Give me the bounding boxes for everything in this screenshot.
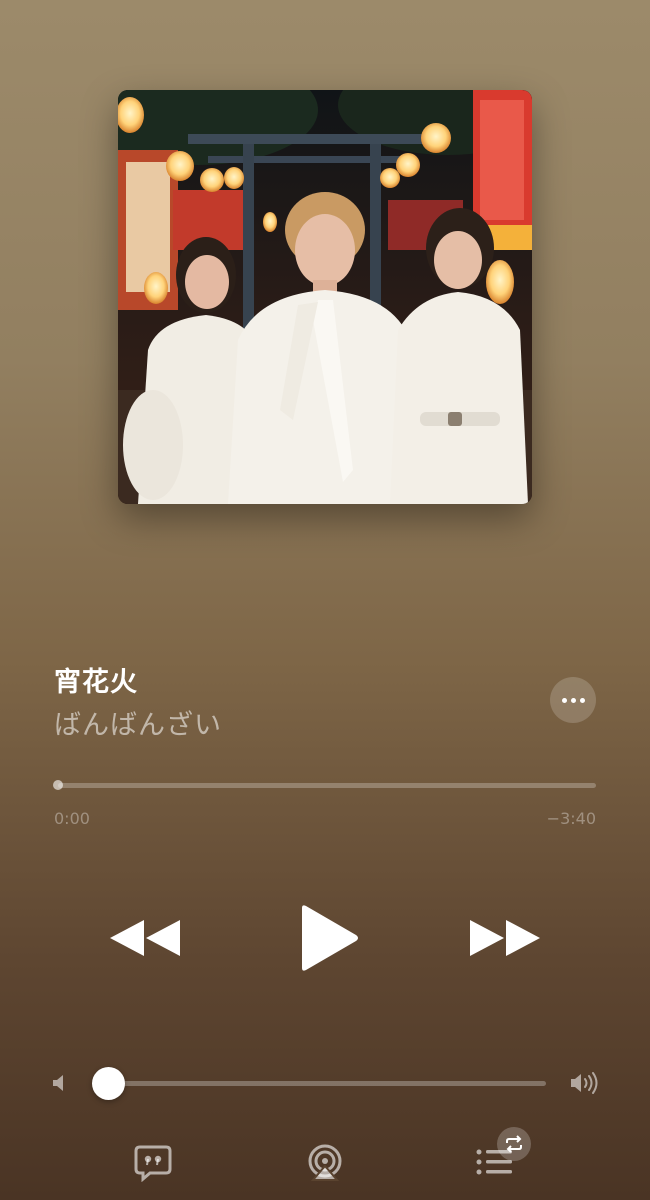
- album-artwork: [118, 90, 532, 504]
- volume-slider[interactable]: [94, 1081, 546, 1086]
- speaker-low-icon: [53, 1075, 63, 1091]
- album-artwork-image: [118, 90, 532, 504]
- play-icon: [302, 905, 358, 971]
- airplay-icon: [308, 1144, 342, 1181]
- lyrics-bubble-icon: [134, 1145, 172, 1183]
- rewind-button[interactable]: [108, 916, 182, 964]
- remaining-time: −3:40: [546, 809, 596, 828]
- speaker-high-icon: [571, 1072, 598, 1094]
- play-button[interactable]: [298, 904, 360, 976]
- playback-progress-bar[interactable]: [58, 783, 596, 788]
- track-artist[interactable]: ばんばんざい: [54, 703, 222, 742]
- volume-slider-knob[interactable]: [92, 1067, 125, 1100]
- volume-high-control: [570, 1071, 600, 1099]
- fast-forward-button[interactable]: [468, 916, 542, 964]
- track-title: 宵花火: [54, 667, 138, 698]
- rewind-icon: [110, 920, 180, 956]
- repeat-icon: [506, 1135, 522, 1153]
- ellipsis-icon: [560, 697, 587, 703]
- lyrics-button[interactable]: [134, 1144, 172, 1186]
- fast-forward-icon: [470, 920, 540, 956]
- airplay-button[interactable]: [305, 1144, 345, 1186]
- elapsed-time: 0:00: [54, 809, 90, 828]
- repeat-indicator[interactable]: [497, 1127, 531, 1161]
- more-options-button[interactable]: [550, 677, 596, 723]
- playback-scrubber-knob[interactable]: [53, 780, 63, 790]
- volume-low-control: [52, 1073, 68, 1097]
